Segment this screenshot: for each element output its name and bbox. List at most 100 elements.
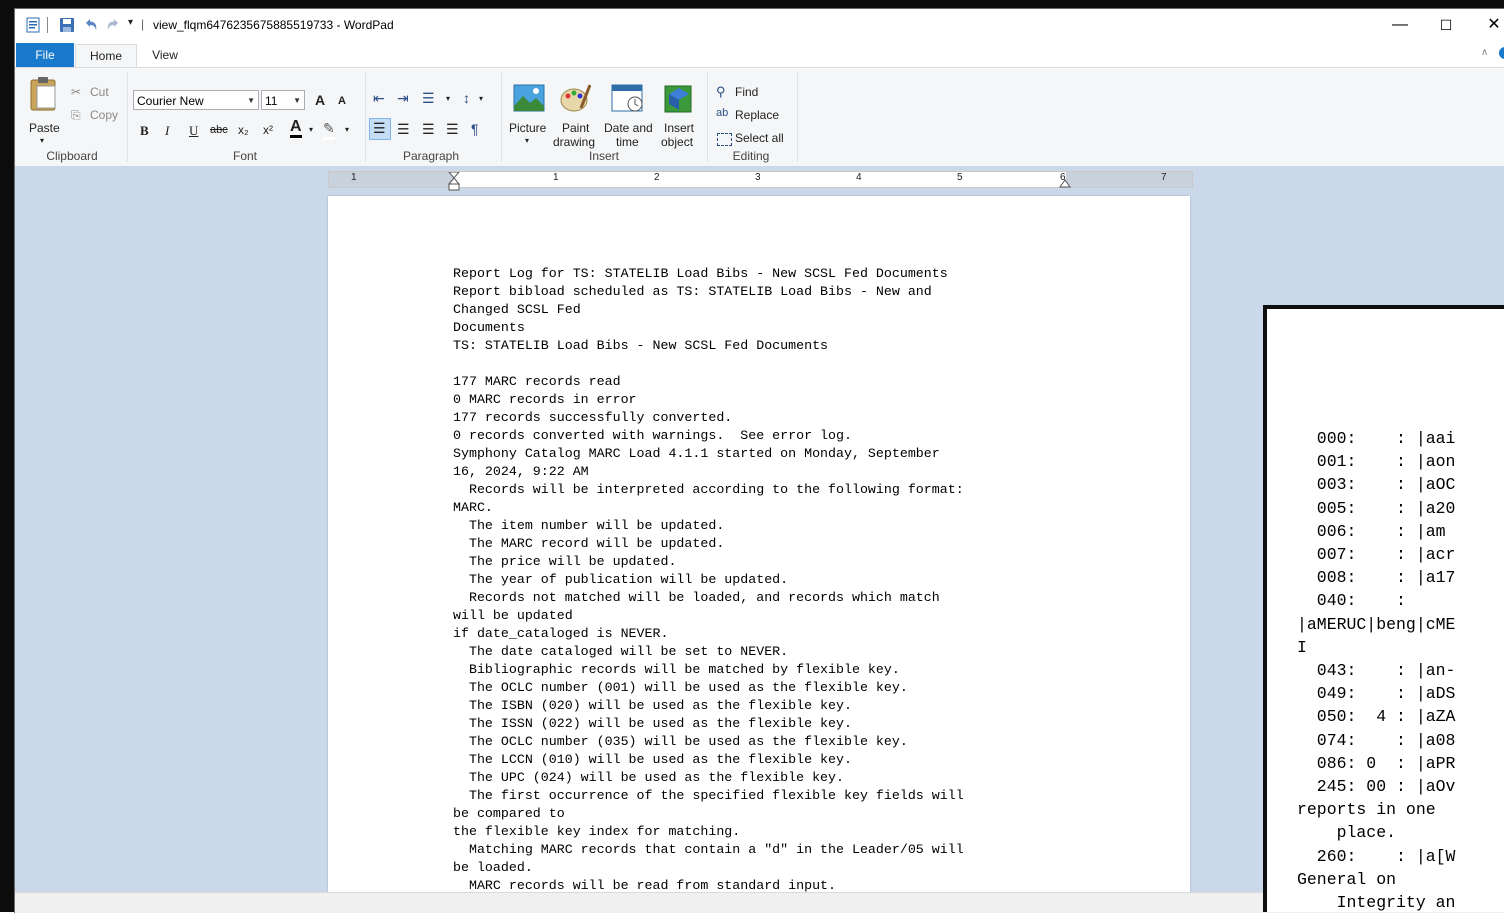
object-label-2[interactable]: object bbox=[661, 135, 693, 149]
chevron-down-icon[interactable]: ▾ bbox=[479, 94, 483, 103]
highlight-icon[interactable]: ✎ bbox=[323, 120, 335, 140]
close-button[interactable]: ✕ bbox=[1471, 9, 1504, 41]
copy-icon[interactable]: ⎘ bbox=[71, 108, 81, 123]
marc-record-text[interactable]: 000: : |aai 001: : |aon 003: : |aOC 005:… bbox=[1297, 427, 1455, 912]
document-text[interactable]: Report Log for TS: STATELIB Load Bibs - … bbox=[453, 265, 964, 895]
document-line: Changed SCSL Fed bbox=[453, 302, 581, 317]
wordpad-app-icon[interactable] bbox=[25, 17, 41, 33]
find-button[interactable]: Find bbox=[735, 85, 758, 99]
chevron-down-icon[interactable]: ▾ bbox=[345, 125, 349, 134]
marc-line: 050: 4 : |aZA bbox=[1297, 707, 1456, 727]
calendar-icon[interactable] bbox=[611, 82, 643, 114]
chevron-down-icon[interactable]: ▾ bbox=[446, 94, 450, 103]
save-icon[interactable] bbox=[59, 17, 75, 33]
bullets-icon[interactable]: ☰ bbox=[422, 90, 435, 107]
font-size-value: 11 bbox=[265, 94, 278, 108]
underline-button[interactable]: U bbox=[189, 123, 198, 139]
replace-icon[interactable]: ab bbox=[716, 107, 728, 119]
undo-icon[interactable] bbox=[83, 17, 99, 33]
right-indent-marker-icon[interactable] bbox=[1059, 179, 1071, 189]
document-line: 0 MARC records in error bbox=[453, 392, 637, 407]
maximize-button[interactable]: ☐ bbox=[1423, 9, 1469, 41]
ruler[interactable]: 1 1 2 3 4 5 6 7 bbox=[328, 171, 1193, 191]
strikethrough-button[interactable]: abc bbox=[210, 124, 228, 136]
insert-group-label: Insert bbox=[588, 149, 619, 163]
marc-line: 001: : |aon bbox=[1297, 452, 1456, 472]
font-color-button[interactable]: A bbox=[290, 119, 302, 138]
copy-button[interactable]: Copy bbox=[90, 108, 118, 122]
grow-font-button[interactable]: A bbox=[315, 92, 325, 108]
subscript-button[interactable]: x₂ bbox=[238, 123, 249, 137]
justify-icon[interactable]: ☰ bbox=[446, 121, 459, 138]
datetime-label-2[interactable]: time bbox=[616, 135, 639, 149]
paste-icon[interactable] bbox=[29, 76, 59, 112]
document-line: be compared to bbox=[453, 806, 565, 821]
paste-button[interactable]: Paste bbox=[29, 121, 60, 135]
picture-icon[interactable] bbox=[513, 84, 545, 112]
italic-button[interactable]: I bbox=[165, 123, 169, 139]
overlapping-window[interactable]: 000: : |aai 001: : |aon 003: : |aOC 005:… bbox=[1263, 305, 1504, 912]
document-line: be loaded. bbox=[453, 860, 533, 875]
document-line: The UPC (024) will be used as the flexib… bbox=[453, 770, 844, 785]
qat-separator: | bbox=[141, 17, 145, 31]
editing-group-label: Editing bbox=[732, 149, 770, 163]
font-family-select[interactable]: Courier New ▼ bbox=[133, 90, 259, 110]
select-all-button[interactable]: Select all bbox=[735, 131, 784, 145]
picture-button[interactable]: Picture bbox=[509, 121, 546, 135]
insert-object-icon[interactable] bbox=[661, 82, 693, 114]
redo-icon[interactable] bbox=[105, 17, 121, 33]
document-line: The item number will be updated. bbox=[453, 518, 725, 533]
marc-line: 245: 00 : |aOv bbox=[1297, 777, 1456, 797]
document-line: Symphony Catalog MARC Load 4.1.1 started… bbox=[453, 446, 940, 461]
tab-home[interactable]: Home bbox=[75, 44, 137, 68]
marc-line: 003: : |aOC bbox=[1297, 475, 1456, 495]
indent-marker-icon[interactable] bbox=[448, 172, 460, 194]
select-all-icon[interactable] bbox=[717, 133, 732, 146]
minimize-button[interactable]: — bbox=[1377, 9, 1423, 41]
paint-label-2[interactable]: drawing bbox=[553, 135, 595, 149]
ruler-left-margin bbox=[329, 172, 454, 187]
align-center-icon[interactable]: ☰ bbox=[397, 121, 410, 138]
document-line: Report Log for TS: STATELIB Load Bibs - … bbox=[453, 266, 948, 281]
help-icon[interactable] bbox=[1499, 47, 1504, 59]
font-size-select[interactable]: 11 ▼ bbox=[261, 90, 305, 110]
cut-icon[interactable]: ✂ bbox=[71, 85, 81, 99]
datetime-label-1[interactable]: Date and bbox=[604, 121, 653, 135]
decrease-indent-icon[interactable]: ⇤ bbox=[373, 90, 385, 107]
shrink-font-button[interactable]: A bbox=[338, 95, 346, 107]
ribbon-tabs: File Home View ∧ bbox=[15, 41, 1504, 68]
document-line: the flexible key index for matching. bbox=[453, 824, 741, 839]
customize-qat-icon[interactable]: ▾ bbox=[128, 17, 133, 28]
align-left-button[interactable]: ☰ bbox=[369, 118, 391, 140]
line-spacing-icon[interactable]: ↕ bbox=[463, 90, 470, 106]
marc-line: 260: : |a[W bbox=[1297, 846, 1456, 866]
increase-indent-icon[interactable]: ⇥ bbox=[397, 90, 409, 107]
find-icon[interactable]: ⚲ bbox=[716, 84, 726, 100]
chevron-down-icon[interactable]: ▾ bbox=[309, 125, 313, 134]
marc-line: Integrity an bbox=[1297, 893, 1456, 912]
paint-drawing-icon[interactable] bbox=[559, 82, 591, 114]
bold-button[interactable]: B bbox=[140, 123, 149, 139]
document-line: 16, 2024, 9:22 AM bbox=[453, 464, 589, 479]
paste-dropdown-icon[interactable]: ▾ bbox=[40, 136, 44, 145]
align-right-icon[interactable]: ☰ bbox=[422, 121, 435, 138]
document-line: The LCCN (010) will be used as the flexi… bbox=[453, 752, 852, 767]
window-title: view_flqm6476235675885519733 - WordPad bbox=[153, 18, 394, 32]
paragraph-settings-icon[interactable]: ¶ bbox=[471, 121, 479, 137]
replace-button[interactable]: Replace bbox=[735, 108, 779, 122]
cut-button[interactable]: Cut bbox=[90, 85, 109, 99]
superscript-button[interactable]: x² bbox=[263, 123, 273, 137]
document-line: if date_cataloged is NEVER. bbox=[453, 626, 669, 641]
tab-file[interactable]: File bbox=[16, 43, 74, 67]
tab-view[interactable]: View bbox=[137, 44, 193, 67]
object-label-1[interactable]: Insert bbox=[664, 121, 694, 135]
marc-line: 040: : bbox=[1297, 591, 1406, 611]
document-page[interactable]: Report Log for TS: STATELIB Load Bibs - … bbox=[328, 196, 1190, 913]
paint-label-1[interactable]: Paint bbox=[562, 121, 589, 135]
collapse-ribbon-icon[interactable]: ∧ bbox=[1481, 47, 1488, 58]
document-line: Records will be interpreted according to… bbox=[453, 482, 964, 497]
marc-line: 043: : |an- bbox=[1297, 661, 1456, 681]
chevron-down-icon[interactable]: ▾ bbox=[525, 136, 529, 145]
group-divider bbox=[365, 72, 366, 162]
group-divider bbox=[797, 72, 798, 162]
